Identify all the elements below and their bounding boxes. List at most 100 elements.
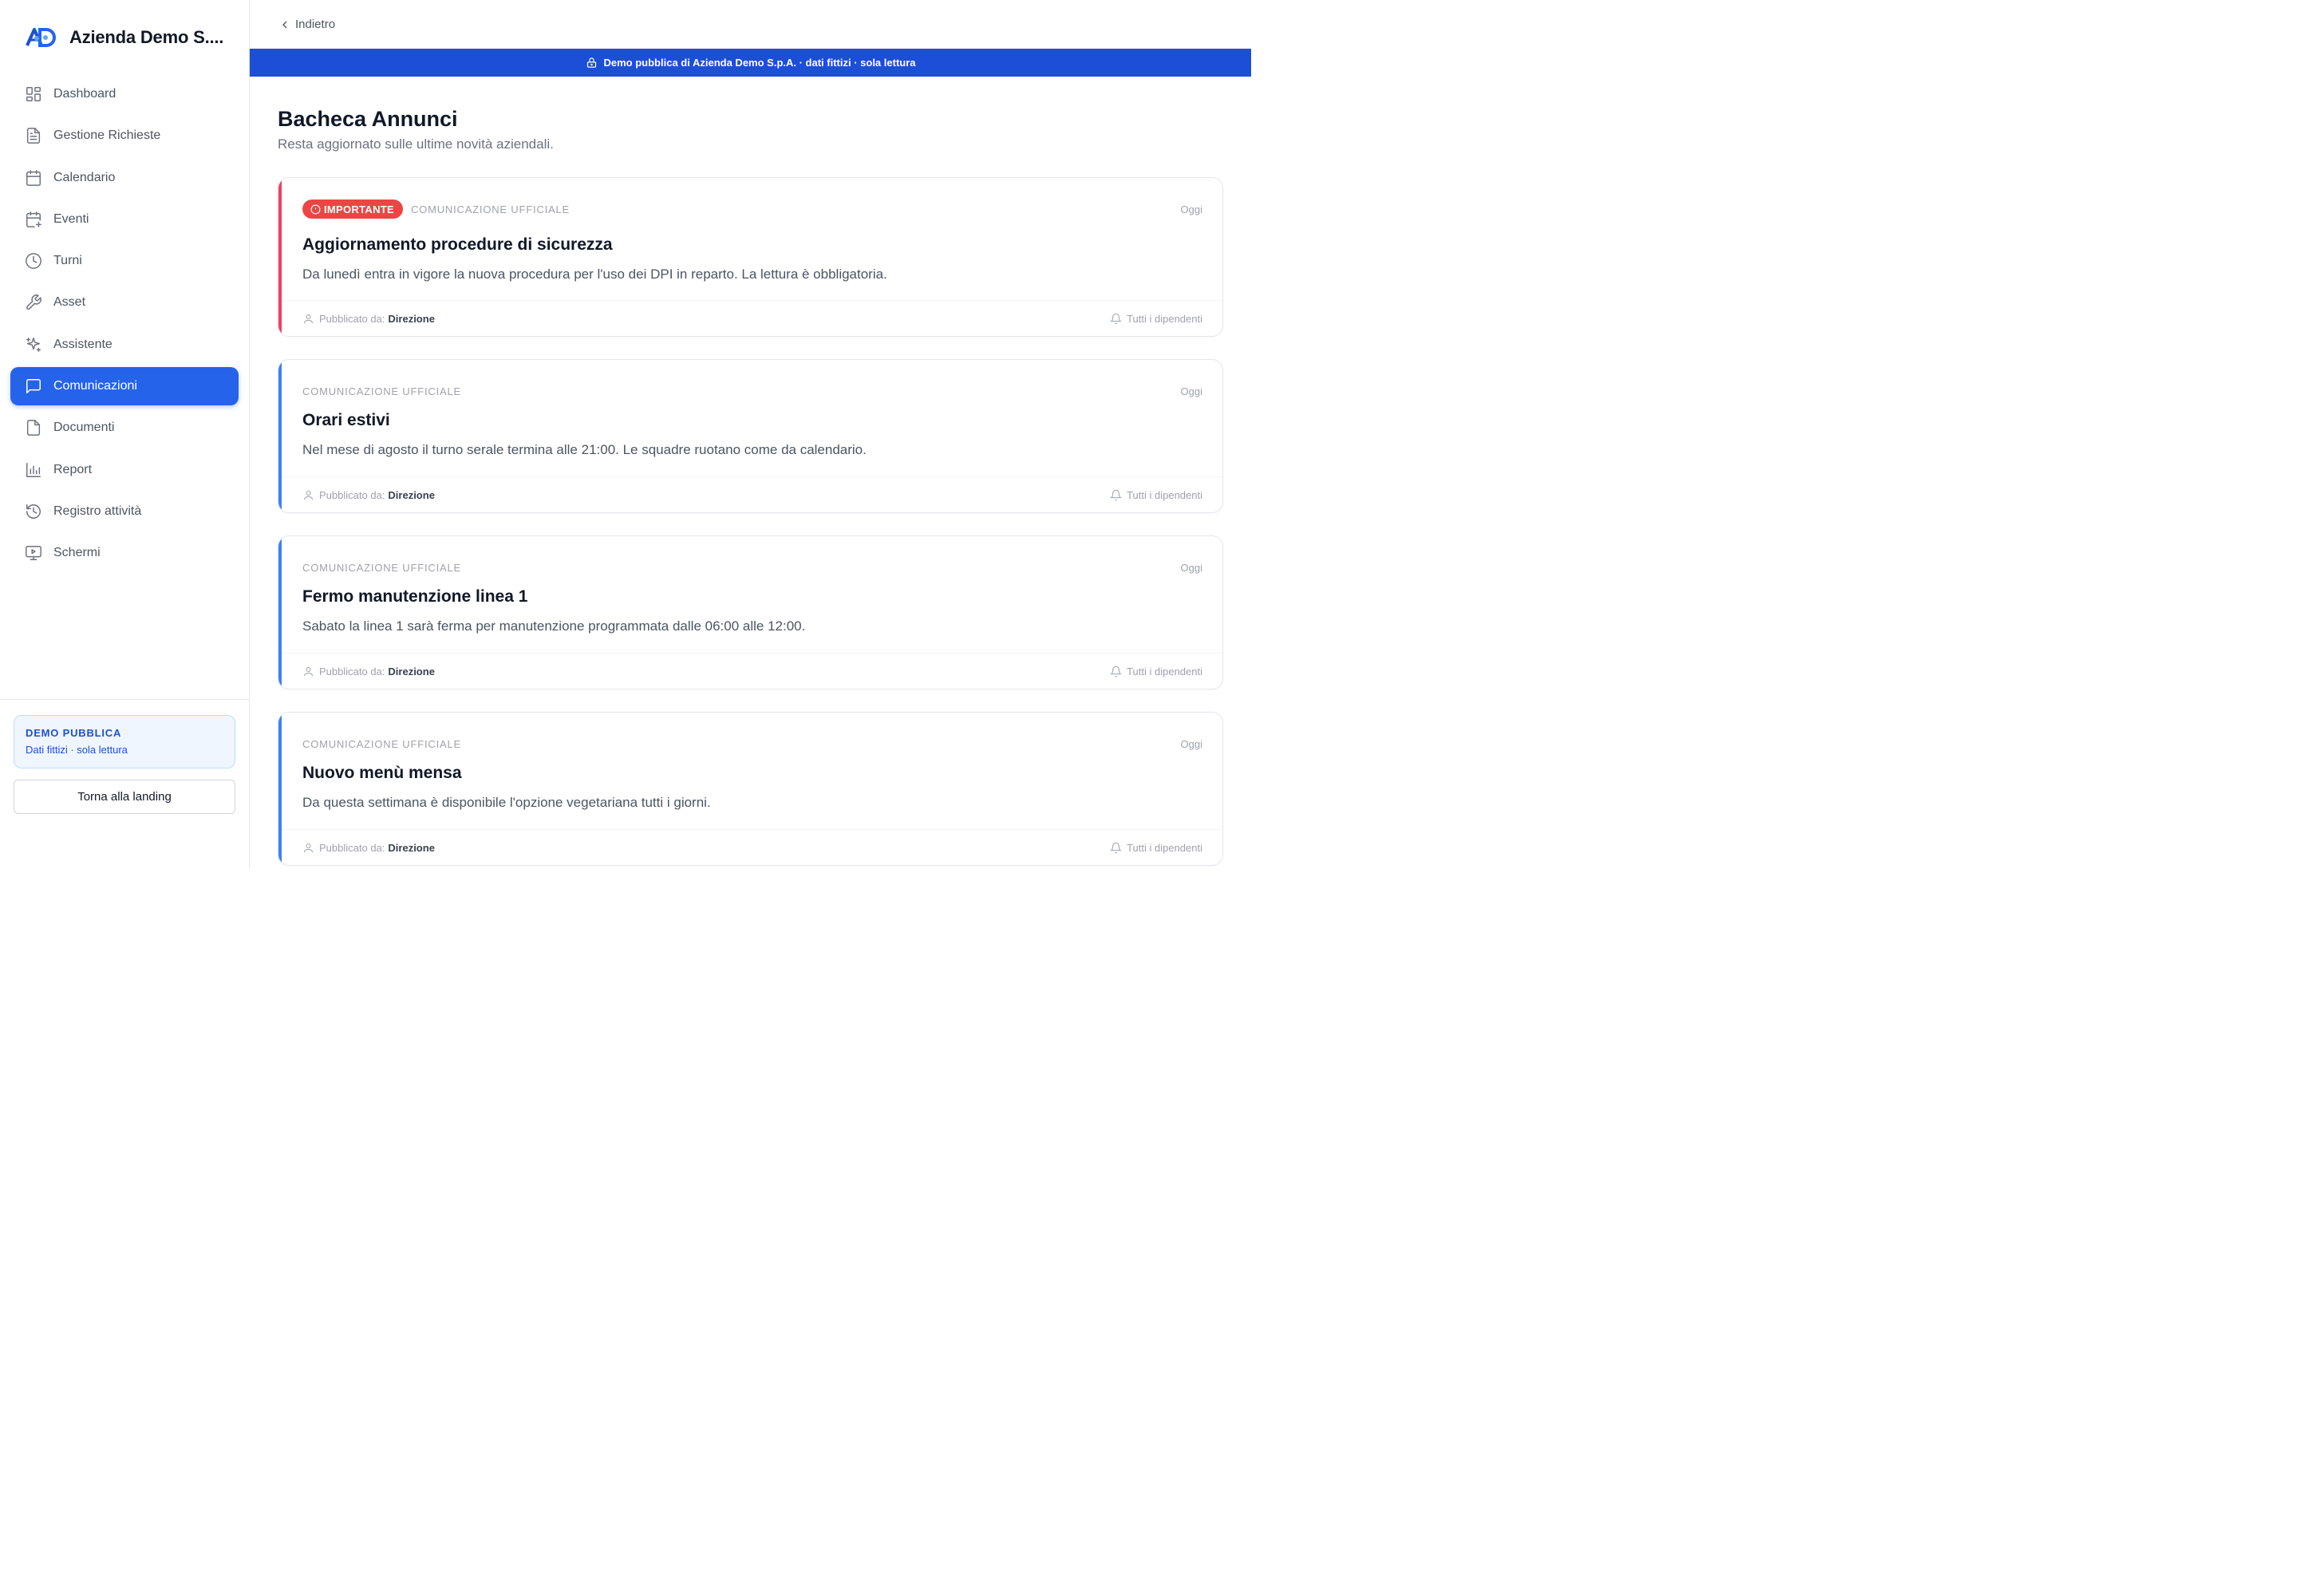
demo-notice: DEMO PUBBLICA Dati fittizi · sola lettur… xyxy=(14,715,235,768)
brand-name: Azienda Demo S.... xyxy=(69,27,224,47)
bell-icon xyxy=(1110,666,1122,677)
sidebar-footer: DEMO PUBBLICA Dati fittizi · sola lettur… xyxy=(0,699,249,868)
announcement-footer: Pubblicato da: Direzione Tutti i dipende… xyxy=(282,653,1222,689)
sidebar-item-label: Comunicazioni xyxy=(53,379,137,393)
page-content: Bacheca Annunci Resta aggiornato sulle u… xyxy=(250,77,1251,866)
back-label: Indietro xyxy=(295,18,336,31)
announcement-footer: Pubblicato da: Direzione Tutti i dipende… xyxy=(282,300,1222,336)
sidebar-item-eventi[interactable]: Eventi xyxy=(10,200,239,239)
bar-chart-icon xyxy=(25,461,42,479)
demo-notice-subtitle: Dati fittizi · sola lettura xyxy=(26,744,128,756)
announcement-card[interactable]: COMUNICAZIONE UFFICIALE Oggi Fermo manut… xyxy=(278,535,1223,689)
page-title: Bacheca Annunci xyxy=(278,107,458,131)
brand[interactable]: Azienda Demo S.... xyxy=(0,0,249,75)
announcement-date: Oggi xyxy=(1180,385,1202,397)
announcement-title: Nuovo menù mensa xyxy=(302,764,462,782)
announcement-card[interactable]: IMPORTANTE COMUNICAZIONE UFFICIALE Oggi … xyxy=(278,177,1223,337)
announcement-date: Oggi xyxy=(1180,737,1202,750)
user-icon xyxy=(303,314,314,323)
sidebar-item-assistente[interactable]: Assistente xyxy=(10,326,239,364)
announcement-text: Sabato la linea 1 sarà ferma per manuten… xyxy=(302,618,806,634)
message-icon xyxy=(25,377,42,395)
sidebar-item-label: Dashboard xyxy=(53,87,116,101)
badge-label: IMPORTANTE xyxy=(324,203,394,215)
announcement-category: COMUNICAZIONE UFFICIALE xyxy=(410,203,570,215)
sidebar: Azienda Demo S.... Dashboard Gestione Ri… xyxy=(0,0,250,868)
announcement-title: Orari estivi xyxy=(302,411,390,429)
sidebar-item-asset[interactable]: Asset xyxy=(10,283,239,322)
announcement-author: Direzione xyxy=(388,841,435,854)
sidebar-item-dashboard[interactable]: Dashboard xyxy=(10,75,239,113)
sidebar-item-label: Schermi xyxy=(53,546,101,560)
announcement-category: COMUNICAZIONE UFFICIALE xyxy=(302,737,461,750)
bell-icon xyxy=(1110,313,1122,324)
chevron-left-icon xyxy=(282,21,287,28)
bell-icon xyxy=(1110,842,1122,853)
announcement-list: IMPORTANTE COMUNICAZIONE UFFICIALE Oggi … xyxy=(278,177,1223,866)
announcement-title: Aggiornamento procedure di sicurezza xyxy=(302,235,613,254)
announcement-audience: Tutti i dipendenti xyxy=(1127,488,1202,501)
demo-notice-title: DEMO PUBBLICA xyxy=(26,727,122,739)
announcement-audience: Tutti i dipendenti xyxy=(1127,841,1202,854)
user-icon xyxy=(303,666,314,676)
announcement-category: COMUNICAZIONE UFFICIALE xyxy=(302,385,461,397)
lock-icon xyxy=(586,57,596,68)
announcement-footer: Pubblicato da: Direzione Tutti i dipende… xyxy=(282,476,1222,512)
announcement-card[interactable]: COMUNICAZIONE UFFICIALE Oggi Orari estiv… xyxy=(278,359,1223,513)
announcement-title: Fermo manutenzione linea 1 xyxy=(302,587,528,606)
announcement-category: COMUNICAZIONE UFFICIALE xyxy=(302,561,461,574)
calendar-icon xyxy=(25,169,42,187)
sidebar-item-schermi[interactable]: Schermi xyxy=(10,534,239,572)
announcement-author: Direzione xyxy=(388,665,435,678)
sidebar-item-label: Documenti xyxy=(53,421,115,435)
sidebar-item-turni[interactable]: Turni xyxy=(10,242,239,280)
important-badge: IMPORTANTE xyxy=(302,200,403,219)
published-label: Pubblicato da: xyxy=(319,841,385,854)
monitor-icon xyxy=(25,544,42,562)
sidebar-item-label: Assistente xyxy=(53,337,113,351)
announcement-audience: Tutti i dipendenti xyxy=(1127,312,1202,325)
company-logo xyxy=(26,28,56,47)
sidebar-item-calendario[interactable]: Calendario xyxy=(10,159,239,197)
sidebar-item-label: Registro attività xyxy=(53,504,142,518)
back-to-landing-button[interactable]: Torna alla landing xyxy=(14,780,235,814)
page-subtitle: Resta aggiornato sulle ultime novità azi… xyxy=(278,136,554,152)
clock-icon xyxy=(25,252,42,270)
published-label: Pubblicato da: xyxy=(319,665,385,678)
sidebar-nav: Dashboard Gestione Richieste Calendario … xyxy=(10,75,239,576)
alert-circle-icon xyxy=(310,204,321,214)
announcement-text: Da lunedì entra in vigore la nuova proce… xyxy=(302,267,887,282)
published-label: Pubblicato da: xyxy=(319,488,385,501)
wrench-icon xyxy=(25,294,42,311)
document-icon xyxy=(25,127,42,144)
demo-banner: Demo pubblica di Azienda Demo S.p.A. · d… xyxy=(250,49,1251,77)
announcement-author: Direzione xyxy=(388,312,435,325)
announcement-audience: Tutti i dipendenti xyxy=(1127,665,1202,678)
sidebar-item-gestione-richieste[interactable]: Gestione Richieste xyxy=(10,117,239,155)
file-icon xyxy=(25,419,42,437)
sidebar-item-report[interactable]: Report xyxy=(10,451,239,489)
sidebar-item-registro-attivita[interactable]: Registro attività xyxy=(10,492,239,531)
sidebar-item-label: Turni xyxy=(53,254,82,268)
sidebar-item-label: Gestione Richieste xyxy=(53,128,161,143)
announcement-text: Nel mese di agosto il turno serale termi… xyxy=(302,442,867,457)
sidebar-item-label: Report xyxy=(53,462,93,476)
calendar-plus-icon xyxy=(25,211,42,228)
history-icon xyxy=(25,503,42,520)
sidebar-item-comunicazioni[interactable]: Comunicazioni xyxy=(10,367,239,406)
announcement-author: Direzione xyxy=(388,488,435,501)
announcement-text: Da questa settimana è disponibile l'opzi… xyxy=(302,795,711,810)
user-icon xyxy=(303,843,314,852)
dashboard-icon xyxy=(25,85,42,103)
bell-icon xyxy=(1110,489,1122,500)
announcement-date: Oggi xyxy=(1180,203,1202,215)
demo-banner-text: Demo pubblica di Azienda Demo S.p.A. · d… xyxy=(603,57,916,69)
app-root: Azienda Demo S.... Dashboard Gestione Ri… xyxy=(0,0,1251,868)
announcement-card[interactable]: COMUNICAZIONE UFFICIALE Oggi Nuovo menù … xyxy=(278,712,1223,866)
user-icon xyxy=(303,490,314,500)
announcement-footer: Pubblicato da: Direzione Tutti i dipende… xyxy=(282,829,1222,865)
sidebar-item-documenti[interactable]: Documenti xyxy=(10,409,239,447)
back-button[interactable]: Indietro xyxy=(278,18,335,31)
main-content: Indietro Demo pubblica di Azienda Demo S… xyxy=(250,0,1251,868)
sidebar-item-label: Asset xyxy=(53,295,86,310)
